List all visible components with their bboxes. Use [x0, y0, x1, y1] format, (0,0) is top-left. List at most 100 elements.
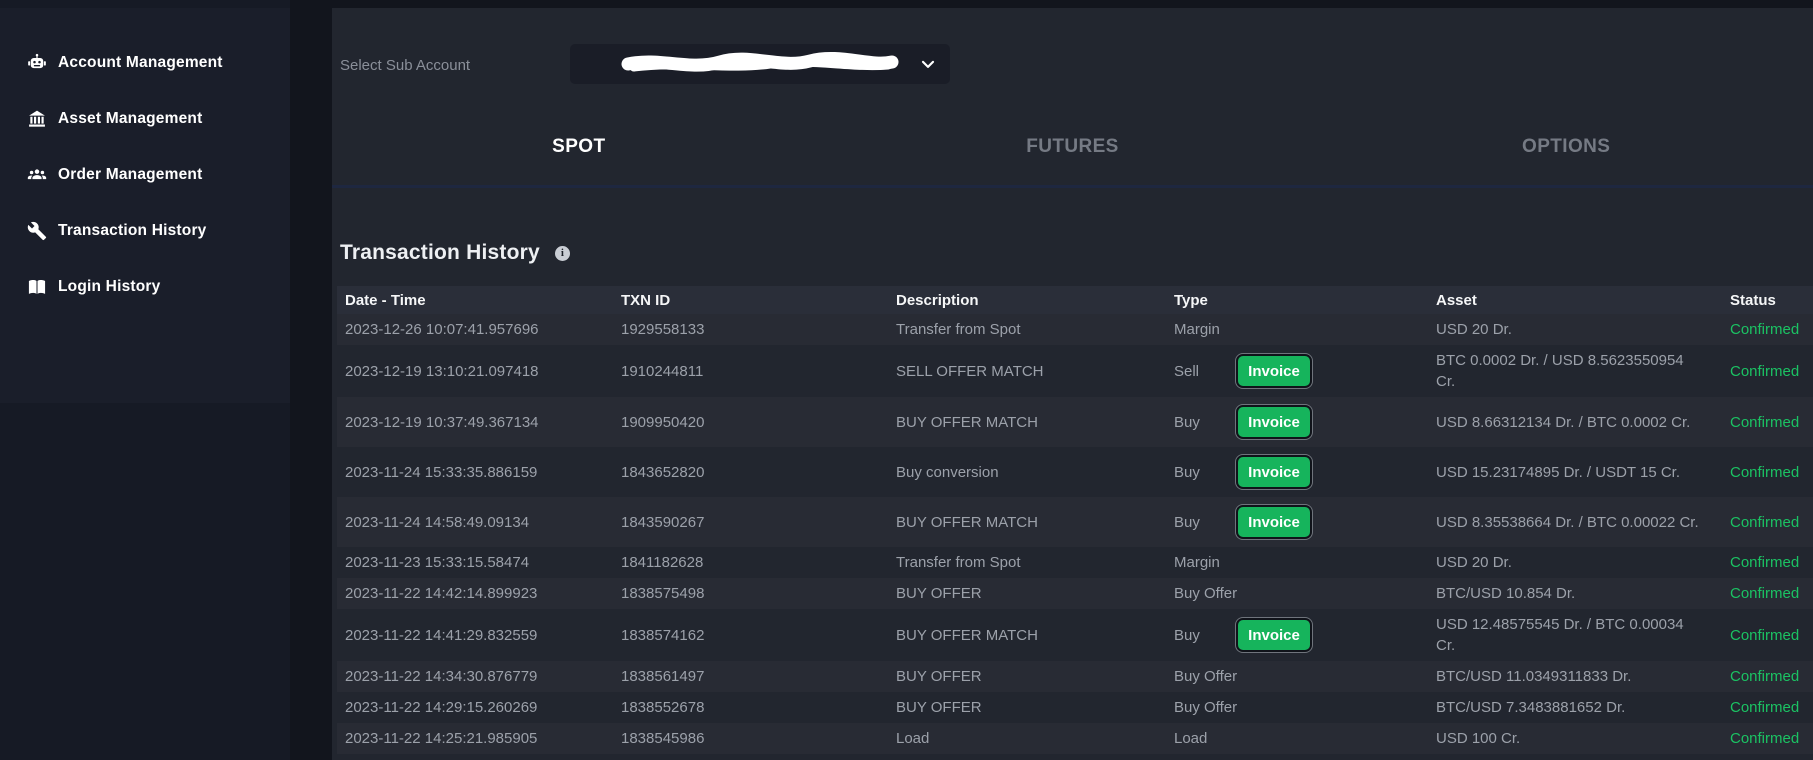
table-row: 2023-12-19 10:37:49.3671341909950420BUY … — [337, 397, 1813, 447]
column-header-date-time: Date - Time — [337, 286, 613, 314]
invoice-button[interactable]: Invoice — [1236, 618, 1312, 652]
cell-date: 2023-12-19 13:10:21.097418 — [337, 345, 613, 397]
invoice-button[interactable]: Invoice — [1236, 455, 1312, 489]
table-row: 2023-12-19 13:10:21.0974181910244811SELL… — [337, 345, 1813, 397]
cell-description: BUY OFFER — [888, 692, 1166, 723]
cell-date: 2023-11-24 15:33:35.886159 — [337, 447, 613, 497]
cell-txn-id: 1838552678 — [613, 692, 888, 723]
cell-asset: USD 15.23174895 Dr. / USDT 15 Cr. — [1428, 447, 1722, 497]
cell-description: Transfer from Spot — [888, 314, 1166, 345]
cell-asset: USD 12.48575545 Dr. / BTC 0.00034 Cr. — [1428, 609, 1722, 661]
wrench-icon — [27, 221, 47, 241]
cell-date: 2023-12-19 10:37:49.367134 — [337, 397, 613, 447]
cell-type: Buy Offer — [1166, 692, 1428, 723]
column-header-type: Type — [1166, 286, 1428, 314]
status-badge: Confirmed — [1722, 723, 1813, 754]
cell-txn-id: 1838574162 — [613, 609, 888, 661]
invoice-button[interactable]: Invoice — [1236, 505, 1312, 539]
invoice-button[interactable]: Invoice — [1236, 405, 1312, 439]
column-header-asset: Asset — [1428, 286, 1722, 314]
sidebar-item-login-history[interactable]: Login History — [0, 266, 290, 308]
cell-date: 2023-11-23 15:33:15.58474 — [337, 547, 613, 578]
cell-asset: USD 8.66312134 Dr. / BTC 0.0002 Cr. — [1428, 397, 1722, 447]
cell-txn-id: 1838575498 — [613, 578, 888, 609]
sub-account-select[interactable] — [570, 44, 950, 84]
cell-txn-id: 1910244811 — [613, 345, 888, 397]
cell-description: BUY OFFER MATCH — [888, 609, 1166, 661]
tab-futures[interactable]: FUTURES — [826, 135, 1320, 159]
status-badge: Confirmed — [1722, 547, 1813, 578]
table-row: 2023-11-24 14:58:49.091341843590267BUY O… — [337, 497, 1813, 547]
cell-type: BuyInvoice — [1166, 497, 1428, 547]
cell-asset: BTC/USD 10.854 Dr. — [1428, 578, 1722, 609]
tab-options[interactable]: OPTIONS — [1319, 135, 1813, 159]
column-header-txn-id: TXN ID — [613, 286, 888, 314]
robot-icon — [27, 53, 47, 73]
cell-type: Buy Offer — [1166, 578, 1428, 609]
cell-asset: USD 100 Cr. — [1428, 723, 1722, 754]
sidebar-item-transaction-history[interactable]: Transaction History — [0, 210, 290, 252]
tab-spot[interactable]: SPOT — [332, 135, 826, 159]
tab-divider — [332, 185, 1813, 188]
sidebar-menu: Account Management Asset Management Order … — [0, 8, 290, 403]
sidebar-item-label: Account Management — [58, 54, 223, 72]
type-label: Buy — [1174, 412, 1220, 433]
cell-type: Margin — [1166, 314, 1428, 345]
status-badge: Confirmed — [1722, 447, 1813, 497]
type-label: Margin — [1174, 319, 1220, 340]
cell-type: SellInvoice — [1166, 345, 1428, 397]
cell-asset: USD 8.35538664 Dr. / BTC 0.00022 Cr. — [1428, 497, 1722, 547]
cell-date: 2023-11-24 14:58:49.09134 — [337, 497, 613, 547]
sidebar: Account Management Asset Management Order … — [0, 0, 290, 760]
transaction-table-body: 2023-12-26 10:07:41.9576961929558133Tran… — [337, 314, 1813, 754]
redaction-scribble — [620, 51, 900, 77]
cell-type: Buy Invoice — [1166, 397, 1428, 447]
cell-type: Margin — [1166, 547, 1428, 578]
cell-description: Transfer from Spot — [888, 547, 1166, 578]
status-badge: Confirmed — [1722, 397, 1813, 447]
sidebar-item-order-management[interactable]: Order Management — [0, 154, 290, 196]
cell-txn-id: 1909950420 — [613, 397, 888, 447]
cell-txn-id: 1841182628 — [613, 547, 888, 578]
cell-date: 2023-11-22 14:34:30.876779 — [337, 661, 613, 692]
cell-txn-id: 1929558133 — [613, 314, 888, 345]
cell-txn-id: 1843590267 — [613, 497, 888, 547]
column-header-status: Status — [1722, 286, 1813, 314]
cell-txn-id: 1838561497 — [613, 661, 888, 692]
info-icon[interactable]: i — [555, 246, 570, 261]
invoice-button[interactable]: Invoice — [1236, 354, 1312, 388]
cell-description: Buy conversion — [888, 447, 1166, 497]
table-row: 2023-11-22 14:41:29.8325591838574162BUY … — [337, 609, 1813, 661]
column-header-description: Description — [888, 286, 1166, 314]
cell-date: 2023-11-22 14:41:29.832559 — [337, 609, 613, 661]
cell-description: SELL OFFER MATCH — [888, 345, 1166, 397]
app-window: Account Management Asset Management Order … — [0, 0, 1813, 760]
cell-date: 2023-12-26 10:07:41.957696 — [337, 314, 613, 345]
cell-date: 2023-11-22 14:42:14.899923 — [337, 578, 613, 609]
status-badge: Confirmed — [1722, 578, 1813, 609]
sidebar-item-asset-management[interactable]: Asset Management — [0, 98, 290, 140]
type-label: Buy Offer — [1174, 697, 1237, 718]
type-label: Buy Offer — [1174, 583, 1237, 604]
status-badge: Confirmed — [1722, 661, 1813, 692]
cell-description: BUY OFFER MATCH — [888, 497, 1166, 547]
sidebar-item-account-management[interactable]: Account Management — [0, 42, 290, 84]
sidebar-item-label: Login History — [58, 278, 161, 296]
cell-date: 2023-11-22 14:25:21.985905 — [337, 723, 613, 754]
cell-txn-id: 1838545986 — [613, 723, 888, 754]
table-row: 2023-11-22 14:25:21.9859051838545986 Load… — [337, 723, 1813, 754]
status-badge: Confirmed — [1722, 345, 1813, 397]
sub-account-row: Select Sub Account — [332, 8, 1813, 84]
sidebar-item-label: Order Management — [58, 166, 202, 184]
type-label: Buy — [1174, 462, 1220, 483]
select-sub-account-label: Select Sub Account — [340, 56, 470, 76]
sidebar-item-label: Transaction History — [58, 222, 207, 240]
type-label: Buy — [1174, 625, 1220, 646]
page-title: Transaction History — [340, 241, 540, 265]
tab-bar: SPOTFUTURESOPTIONS — [332, 135, 1813, 159]
cell-type: Load — [1166, 723, 1428, 754]
type-label: Buy Offer — [1174, 666, 1237, 687]
cell-description: BUY OFFER — [888, 578, 1166, 609]
cell-description: BUY OFFER — [888, 661, 1166, 692]
table-row: 2023-11-22 14:42:14.8999231838575498BUY … — [337, 578, 1813, 609]
